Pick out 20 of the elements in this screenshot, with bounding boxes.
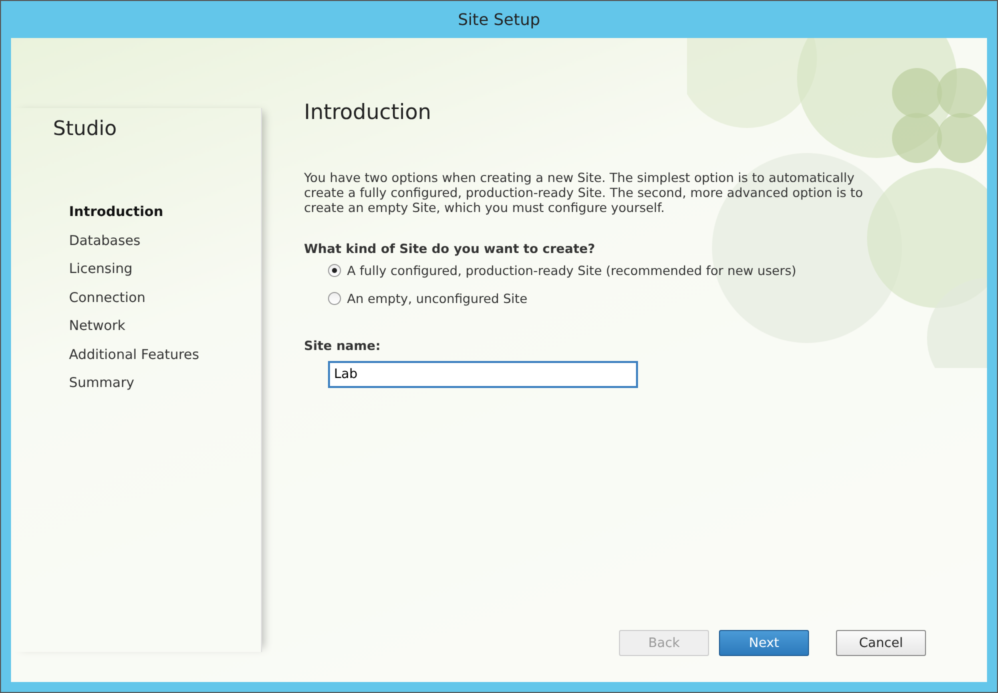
page-heading: Introduction <box>304 100 432 124</box>
radio-button[interactable] <box>328 292 341 306</box>
step-item[interactable]: Additional Features <box>69 340 261 369</box>
radio-option[interactable]: A fully configured, production-ready Site (recommended for new users) <box>328 263 796 278</box>
window-title: Site Setup <box>458 10 540 29</box>
step-item[interactable]: Network <box>69 312 261 340</box>
description-text: You have two options when creating a new Site. The simplest option is to automatically create a fully configured, production-ready Site. The second, more advanced option is to create an empty Site, which you must configure yourself. <box>304 170 864 216</box>
next-button[interactable]: Next <box>719 630 809 656</box>
radio-option[interactable]: An empty, unconfigured Site <box>328 291 528 306</box>
step-item[interactable]: Databases <box>69 226 261 255</box>
step-item[interactable]: Introduction <box>69 198 261 226</box>
question-label: What kind of Site do you want to create? <box>304 241 596 256</box>
site-name-field[interactable]: Lab <box>328 361 638 388</box>
step-item[interactable]: Licensing <box>69 255 261 284</box>
step-item[interactable]: Summary <box>69 369 261 398</box>
step-item[interactable]: Connection <box>69 284 261 312</box>
field-label: Site name: <box>304 338 380 354</box>
cancel-button[interactable]: Cancel <box>836 630 926 656</box>
radio-button[interactable] <box>328 264 341 278</box>
sidebar-title: Studio <box>53 116 118 140</box>
